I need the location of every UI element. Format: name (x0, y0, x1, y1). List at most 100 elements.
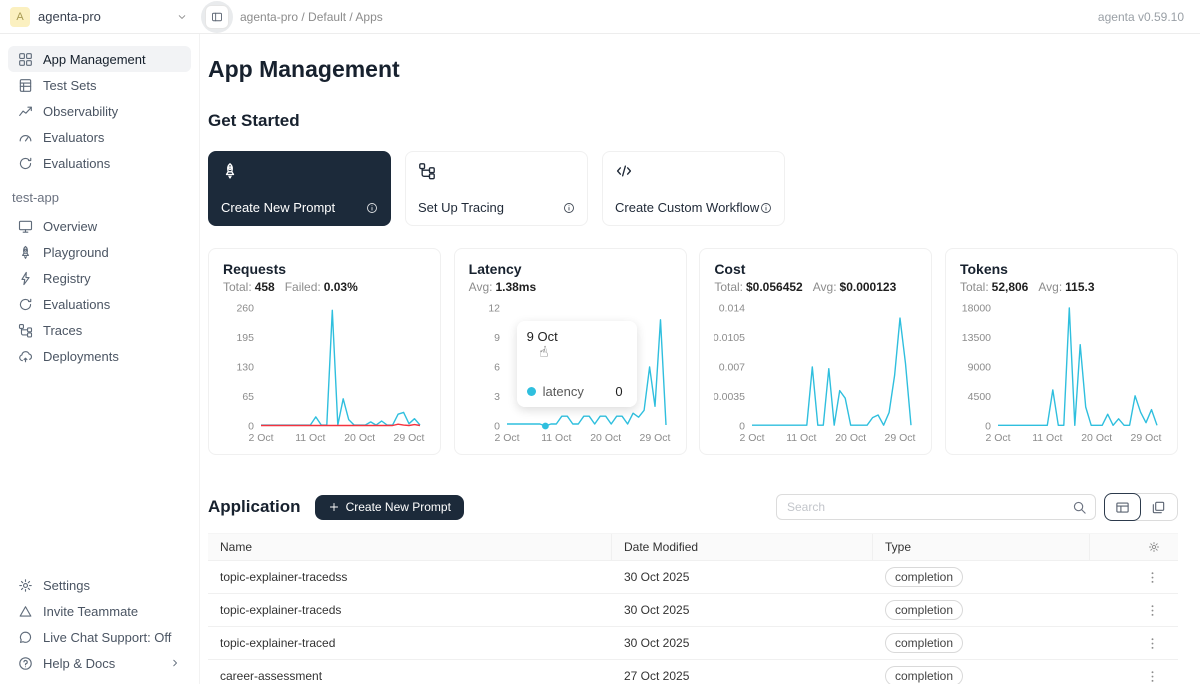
get-started-card-label: Set Up Tracing (418, 200, 504, 215)
column-header-type: Type (873, 534, 1090, 560)
chart-stat: Total:$0.056452 (714, 280, 802, 294)
type-badge: completion (885, 666, 963, 684)
sidebar-item-live-chat-support-off[interactable]: Live Chat Support: Off (8, 624, 191, 650)
topbar: A agenta-pro agenta-pro / Default / Apps… (0, 0, 1200, 34)
svg-text:11 Oct: 11 Oct (787, 432, 817, 444)
svg-text:0.014: 0.014 (719, 303, 745, 315)
sidebar-item-label: Traces (43, 323, 82, 338)
sidebar-toggle-button[interactable] (205, 5, 229, 29)
chart-card-latency: LatencyAvg:1.38ms0369122 Oct11 Oct20 Oct… (454, 248, 687, 455)
view-toggle (1104, 493, 1178, 521)
sidebar-toggle-icon (211, 11, 223, 23)
tooltip-series-label: latency (543, 384, 584, 399)
svg-text:6: 6 (494, 362, 500, 374)
sidebar-item-deployments[interactable]: Deployments (8, 343, 191, 369)
get-started-card-create-new-prompt[interactable]: Create New Prompt (208, 151, 391, 226)
invite-icon (18, 604, 33, 619)
version-label: agenta v0.59.10 (1098, 10, 1200, 24)
traces-icon (418, 162, 575, 180)
sidebar-item-invite-teammate[interactable]: Invite Teammate (8, 598, 191, 624)
table-row[interactable]: topic-explainer-traced30 Oct 2025complet… (208, 627, 1178, 660)
sidebar-section-label: test-app (12, 190, 187, 205)
dots-vertical-icon (1145, 603, 1160, 618)
get-started-card-create-custom-workflow[interactable]: Create Custom Workflow (602, 151, 785, 226)
svg-text:195: 195 (236, 332, 254, 344)
svg-text:0.0105: 0.0105 (714, 332, 745, 344)
chart-title: Requests (223, 261, 426, 277)
cell-date-modified: 30 Oct 2025 (612, 561, 873, 593)
svg-text:13500: 13500 (962, 332, 991, 344)
workspace-selector[interactable]: A agenta-pro (0, 7, 200, 27)
traces-icon (18, 323, 33, 338)
row-menu-button[interactable] (1145, 603, 1160, 618)
svg-text:2 Oct: 2 Oct (740, 432, 765, 444)
svg-text:11 Oct: 11 Oct (1032, 432, 1062, 444)
create-new-prompt-button[interactable]: Create New Prompt (315, 495, 464, 520)
breadcrumb[interactable]: agenta-pro / Default / Apps (240, 10, 383, 24)
sidebar-item-traces[interactable]: Traces (8, 317, 191, 343)
chat-icon (18, 630, 33, 645)
chart-plot: 0651301952602 Oct11 Oct20 Oct29 Oct (223, 302, 426, 446)
chart-plot: 04500900013500180002 Oct11 Oct20 Oct29 O… (960, 302, 1163, 446)
sidebar-item-evaluators[interactable]: Evaluators (8, 124, 191, 150)
search-icon[interactable] (1072, 500, 1087, 515)
chart-stat: Avg:115.3 (1038, 280, 1094, 294)
table-view-icon (1115, 500, 1130, 515)
sidebar-item-label: Settings (43, 578, 90, 593)
table-view-button[interactable] (1104, 493, 1141, 521)
sidebar-item-label: Deployments (43, 349, 119, 364)
cell-date-modified: 30 Oct 2025 (612, 627, 873, 659)
card-view-button[interactable] (1140, 494, 1177, 520)
sidebar-item-overview[interactable]: Overview (8, 213, 191, 239)
sidebar-item-help-docs[interactable]: Help & Docs (8, 650, 191, 676)
chart-stat: Total:458 (223, 280, 275, 294)
help-icon (18, 656, 33, 671)
chart-stat: Avg:1.38ms (469, 280, 537, 294)
sidebar-item-observability[interactable]: Observability (8, 98, 191, 124)
table-row[interactable]: career-assessment27 Oct 2025 completion (208, 660, 1178, 684)
lightning-icon (18, 271, 33, 286)
dots-vertical-icon (1145, 570, 1160, 585)
svg-text:18000: 18000 (962, 303, 991, 315)
sidebar-item-registry[interactable]: Registry (8, 265, 191, 291)
sidebar-item-label: Observability (43, 104, 118, 119)
sidebar-item-evaluations[interactable]: Evaluations (8, 291, 191, 317)
svg-text:9000: 9000 (968, 362, 992, 374)
get-started-card-label: Create New Prompt (221, 200, 335, 215)
sidebar-item-settings[interactable]: Settings (8, 572, 191, 598)
svg-text:12: 12 (488, 303, 500, 315)
table-header-row: NameDate ModifiedType (208, 533, 1178, 561)
svg-text:20 Oct: 20 Oct (1081, 432, 1112, 444)
chart-title: Cost (714, 261, 917, 277)
info-icon (760, 202, 772, 214)
row-menu-button[interactable] (1145, 570, 1160, 585)
sidebar-item-evaluations[interactable]: Evaluations (8, 150, 191, 176)
get-started-card-label: Create Custom Workflow (615, 200, 759, 215)
row-menu-button[interactable] (1145, 669, 1160, 684)
search-input[interactable] (787, 500, 1072, 514)
sidebar-item-label: Test Sets (43, 78, 96, 93)
column-settings-button[interactable] (1148, 541, 1160, 553)
workspace-avatar: A (10, 7, 30, 27)
tooltip-date: 9 Oct (527, 329, 627, 344)
evaluations-icon (18, 297, 33, 312)
evaluators-icon (18, 130, 33, 145)
cloud-icon (18, 349, 33, 364)
row-menu-button[interactable] (1145, 636, 1160, 651)
get-started-card-set-up-tracing[interactable]: Set Up Tracing (405, 151, 588, 226)
column-header-date-modified: Date Modified (612, 534, 873, 560)
chart-stat: Total:52,806 (960, 280, 1028, 294)
sidebar-item-label: App Management (43, 52, 146, 67)
table-row[interactable]: topic-explainer-traceds30 Oct 2025comple… (208, 594, 1178, 627)
type-badge: completion (885, 600, 963, 620)
application-header: Application Create New Prompt (208, 493, 1178, 521)
grid-icon (18, 52, 33, 67)
sidebar-item-playground[interactable]: Playground (8, 239, 191, 265)
application-table: NameDate ModifiedTypetopic-explainer-tra… (208, 533, 1178, 684)
sidebar-item-app-management[interactable]: App Management (8, 46, 191, 72)
cell-date-modified: 27 Oct 2025 (612, 660, 873, 684)
cell-name: career-assessment (208, 660, 612, 684)
sidebar-item-test-sets[interactable]: Test Sets (8, 72, 191, 98)
svg-text:0: 0 (248, 421, 254, 433)
table-row[interactable]: topic-explainer-tracedss30 Oct 2025compl… (208, 561, 1178, 594)
